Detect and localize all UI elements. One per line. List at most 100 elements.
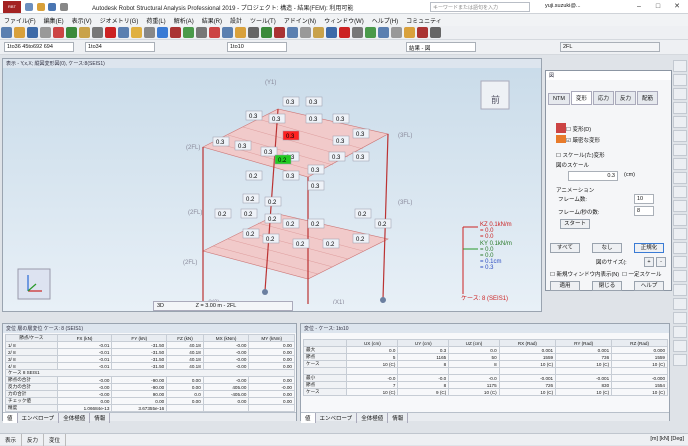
toolbar-icon-11[interactable] <box>144 27 155 38</box>
side-tool-icon-19[interactable] <box>673 326 687 338</box>
toolbar-icon-19[interactable] <box>248 27 259 38</box>
side-tool-icon-2[interactable] <box>673 88 687 100</box>
table-header[interactable]: FZ (kN) <box>166 334 204 342</box>
apply-button[interactable]: 適用 <box>550 281 580 291</box>
toolbar-icon-32[interactable] <box>417 27 428 38</box>
structure-canvas[interactable]: (2FL) (3FL) (2FL) (3FL) (2FL) (Y1) (X1) … <box>3 69 541 304</box>
close-button[interactable]: ✕ <box>668 0 686 13</box>
side-tool-icon-12[interactable] <box>673 228 687 240</box>
select-none-button[interactable]: なし <box>592 243 622 253</box>
toolbar-icon-21[interactable] <box>274 27 285 38</box>
toolbar-icon-5[interactable] <box>66 27 77 38</box>
fps-input[interactable]: 8 <box>634 206 654 216</box>
new-icon[interactable] <box>25 3 33 11</box>
help-button[interactable]: ヘルプ <box>634 281 664 291</box>
dialog-tab-0[interactable]: NTM <box>548 93 570 105</box>
table-header[interactable]: MY (kNm) <box>248 334 295 342</box>
undo-icon[interactable] <box>60 3 69 11</box>
viewcube-front-label[interactable]: 前 <box>491 93 500 106</box>
bottom-tab-2[interactable]: 全体極値 <box>59 413 91 423</box>
open-icon[interactable] <box>36 3 45 11</box>
side-tool-icon-7[interactable] <box>673 158 687 170</box>
color-swatch-2[interactable] <box>556 135 566 143</box>
status-item-0[interactable]: 表示 <box>0 434 23 446</box>
table-header[interactable]: UX (cm) <box>346 339 399 347</box>
scaled-deform-checkbox[interactable]: ☐ スケール(た)変形 <box>556 151 605 159</box>
normalize-button[interactable]: 正規化 <box>634 243 664 253</box>
bottom-tab-1[interactable]: エンベロープ <box>18 413 60 423</box>
toolbar-icon-33[interactable] <box>430 27 441 38</box>
toolbar-icon-13[interactable] <box>170 27 181 38</box>
table-header[interactable]: UZ (cm) <box>448 339 500 347</box>
cases-combo[interactable]: 1to34 <box>85 42 155 52</box>
side-tool-icon-0[interactable] <box>673 60 687 72</box>
toolbar-icon-28[interactable] <box>365 27 376 38</box>
const-scale-checkbox[interactable]: ☐ 一定スケール <box>622 270 661 278</box>
toolbar-icon-8[interactable] <box>105 27 116 38</box>
user-name[interactable]: yuji.suzuki@... <box>545 3 581 9</box>
toolbar-icon-17[interactable] <box>222 27 233 38</box>
toolbar-icon-25[interactable] <box>326 27 337 38</box>
side-tool-icon-4[interactable] <box>673 116 687 128</box>
size-minus-button[interactable]: - <box>656 257 666 267</box>
toolbar-icon-31[interactable] <box>404 27 415 38</box>
toolbar-icon-7[interactable] <box>92 27 103 38</box>
toolbar-icon-29[interactable] <box>378 27 389 38</box>
view-mode[interactable]: 3D <box>157 303 164 309</box>
toolbar-icon-12[interactable] <box>157 27 168 38</box>
deform-checkbox[interactable]: ☐ 変形(D) <box>566 125 591 133</box>
toolbar-icon-20[interactable] <box>261 27 272 38</box>
side-tool-icon-21[interactable] <box>673 354 687 366</box>
side-tool-icon-11[interactable] <box>673 214 687 226</box>
toolbar-icon-15[interactable] <box>196 27 207 38</box>
side-tool-icon-20[interactable] <box>673 340 687 352</box>
frames-input[interactable]: 10 <box>634 194 654 204</box>
toolbar-icon-9[interactable] <box>118 27 129 38</box>
table-header[interactable] <box>302 339 348 347</box>
table-header[interactable]: FY (kN) <box>111 334 168 342</box>
toolbar-icon-24[interactable] <box>313 27 324 38</box>
toolbar-icon-23[interactable] <box>300 27 311 38</box>
level-combo[interactable]: 2FL <box>560 42 660 52</box>
toolbar-icon-4[interactable] <box>53 27 64 38</box>
bottom-tab-2[interactable]: 全体極値 <box>357 413 389 423</box>
view-3d[interactable]: 表示 - Y,x,X; 縦図変形図(0), ケース:8(SEIS1) (2FL)… <box>2 58 542 312</box>
story-combo[interactable]: 1to10 <box>227 42 287 52</box>
table-header[interactable]: RZ (Rad) <box>611 339 668 347</box>
toolbar-icon-3[interactable] <box>40 27 51 38</box>
exact-deform-checkbox[interactable]: ☑ 厳密な変形 <box>566 136 600 144</box>
selection-combo[interactable]: 1to36 45to692 694 <box>4 42 74 52</box>
size-plus-button[interactable]: + <box>644 257 654 267</box>
toolbar-icon-14[interactable] <box>183 27 194 38</box>
start-button[interactable]: スタート <box>560 219 590 229</box>
table-header[interactable]: FX (kN) <box>56 334 113 342</box>
toolbar-icon-10[interactable] <box>131 27 142 38</box>
bottom-tab-1[interactable]: エンベロープ <box>316 413 358 423</box>
bottom-tab-0[interactable]: 値 <box>3 413 18 423</box>
side-tool-icon-9[interactable] <box>673 186 687 198</box>
toolbar-icon-6[interactable] <box>79 27 90 38</box>
dialog-tab-2[interactable]: 応力 <box>592 91 614 105</box>
side-tool-icon-6[interactable] <box>673 144 687 156</box>
status-item-1[interactable]: 反力 <box>22 434 45 446</box>
bottom-tab-3[interactable]: 情報 <box>388 413 409 423</box>
toolbar-icon-0[interactable] <box>1 27 12 38</box>
side-tool-icon-10[interactable] <box>673 200 687 212</box>
toolbar-icon-27[interactable] <box>352 27 363 38</box>
bottom-tab-3[interactable]: 情報 <box>90 413 111 423</box>
toolbar-icon-26[interactable] <box>339 27 350 38</box>
side-tool-icon-13[interactable] <box>673 242 687 254</box>
side-tool-icon-18[interactable] <box>673 312 687 324</box>
side-tool-icon-3[interactable] <box>673 102 687 114</box>
quick-access-toolbar[interactable] <box>24 2 69 12</box>
toolbar-icon-22[interactable] <box>287 27 298 38</box>
select-all-button[interactable]: すべて <box>550 243 580 253</box>
minimize-button[interactable]: – <box>630 0 648 13</box>
dialog-tab-3[interactable]: 反力 <box>614 91 636 105</box>
toolbar-icon-1[interactable] <box>14 27 25 38</box>
side-tool-icon-1[interactable] <box>673 74 687 86</box>
toolbar-icon-16[interactable] <box>209 27 220 38</box>
save-icon[interactable] <box>48 3 57 11</box>
new-window-checkbox[interactable]: ☐ 新規ウィンドウ内表示(N) <box>550 270 619 278</box>
side-tool-icon-14[interactable] <box>673 256 687 268</box>
